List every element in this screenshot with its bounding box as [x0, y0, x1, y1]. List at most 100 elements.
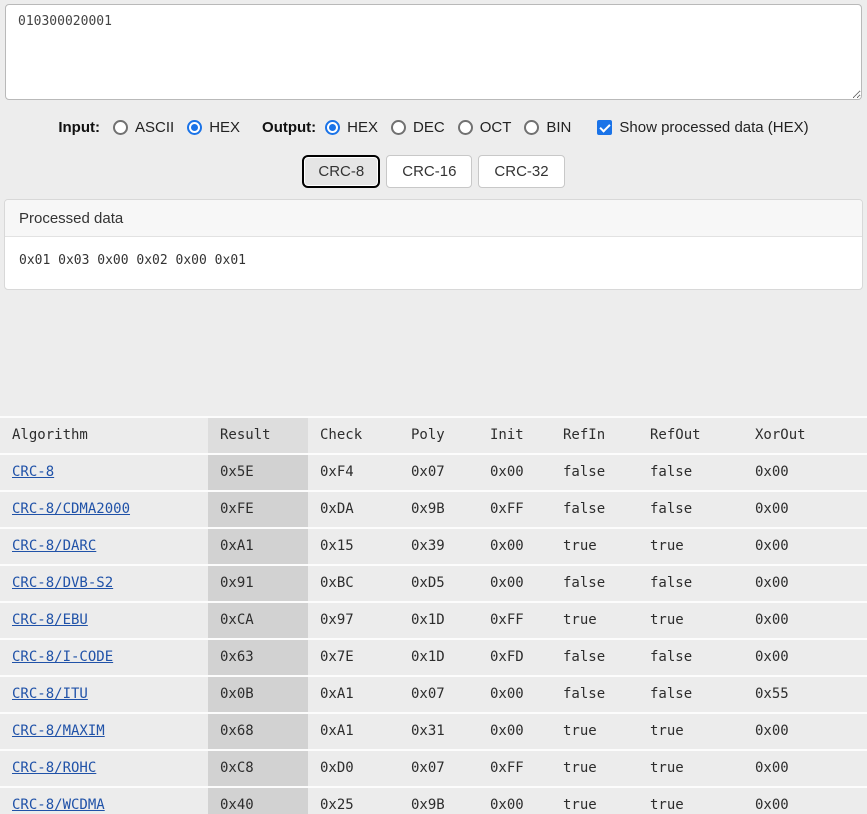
output-oct-label: OCT [479, 119, 512, 136]
poly-cell: 0x1D [399, 601, 478, 639]
crc-results-table: Algorithm Result Check Poly Init RefIn R… [0, 416, 867, 814]
table-row: CRC-8/DVB-S2 0x91 0xBC 0xD5 0x00 false f… [0, 564, 867, 602]
refout-cell: true [638, 601, 743, 639]
input-ascii-option[interactable]: ASCII [113, 119, 174, 136]
refin-cell: true [551, 749, 638, 787]
poly-cell: 0xD5 [399, 564, 478, 602]
algorithm-link[interactable]: CRC-8/ROHC [12, 760, 96, 776]
algorithm-link[interactable]: CRC-8/MAXIM [12, 723, 105, 739]
init-cell: 0xFF [478, 749, 551, 787]
show-processed-data-option[interactable]: Show processed data (HEX) [597, 119, 809, 136]
poly-cell: 0x31 [399, 712, 478, 750]
xorout-cell: 0x00 [743, 564, 867, 602]
xorout-cell: 0x00 [743, 749, 867, 787]
column-header-xorout: XorOut [743, 416, 867, 454]
refout-cell: false [638, 453, 743, 491]
processed-data-panel: Processed data 0x01 0x03 0x00 0x02 0x00 … [4, 199, 863, 290]
output-oct-radio[interactable] [457, 120, 473, 135]
input-ascii-radio[interactable] [113, 120, 128, 135]
result-cell: 0xC8 [208, 749, 308, 787]
refout-cell: true [638, 749, 743, 787]
processed-data-title: Processed data [5, 200, 862, 237]
crc16-button[interactable]: CRC-16 [386, 155, 473, 188]
init-cell: 0x00 [478, 675, 551, 713]
crc32-button[interactable]: CRC-32 [478, 155, 565, 188]
refin-cell: true [551, 527, 638, 565]
refout-cell: false [638, 638, 743, 676]
column-header-check: Check [308, 416, 399, 454]
poly-cell: 0x1D [399, 638, 478, 676]
crc-button-group: CRC-8 CRC-16 CRC-32 [0, 155, 867, 188]
xorout-cell: 0x00 [743, 527, 867, 565]
refin-cell: false [551, 638, 638, 676]
xorout-cell: 0x00 [743, 490, 867, 528]
refout-cell: false [638, 490, 743, 528]
xorout-cell: 0x55 [743, 675, 867, 713]
algorithm-link[interactable]: CRC-8/EBU [12, 612, 88, 628]
algorithm-link[interactable]: CRC-8/WCDMA [12, 797, 105, 813]
output-hex-radio[interactable] [325, 120, 341, 135]
input-hex-option[interactable]: HEX [187, 119, 240, 136]
output-bin-radio[interactable] [524, 120, 540, 135]
check-cell: 0x7E [308, 638, 399, 676]
result-cell: 0xA1 [208, 527, 308, 565]
init-cell: 0x00 [478, 712, 551, 750]
output-hex-label: HEX [347, 119, 379, 136]
init-cell: 0x00 [478, 564, 551, 602]
data-input-textarea[interactable]: 010300020001 [5, 4, 862, 100]
crc8-button[interactable]: CRC-8 [302, 155, 381, 188]
check-cell: 0xD0 [308, 749, 399, 787]
algorithm-link[interactable]: CRC-8/ITU [12, 686, 88, 702]
result-cell: 0x91 [208, 564, 308, 602]
init-cell: 0x00 [478, 786, 551, 814]
algorithm-link[interactable]: CRC-8/CDMA2000 [12, 501, 130, 517]
refout-cell: true [638, 527, 743, 565]
input-hex-radio[interactable] [187, 120, 203, 135]
poly-cell: 0x9B [399, 786, 478, 814]
table-row: CRC-8/CDMA2000 0xFE 0xDA 0x9B 0xFF false… [0, 490, 867, 528]
algorithm-link[interactable]: CRC-8/DARC [12, 538, 96, 554]
poly-cell: 0x39 [399, 527, 478, 565]
algorithm-link[interactable]: CRC-8/DVB-S2 [12, 575, 113, 591]
result-cell: 0x0B [208, 675, 308, 713]
table-row: CRC-8/EBU 0xCA 0x97 0x1D 0xFF true true … [0, 601, 867, 639]
init-cell: 0xFF [478, 490, 551, 528]
refin-cell: true [551, 786, 638, 814]
check-cell: 0xBC [308, 564, 399, 602]
input-hex-label: HEX [209, 119, 241, 136]
table-row: CRC-8/I-CODE 0x63 0x7E 0x1D 0xFD false f… [0, 638, 867, 676]
column-header-algorithm: Algorithm [0, 416, 208, 454]
table-row: CRC-8/MAXIM 0x68 0xA1 0x31 0x00 true tru… [0, 712, 867, 750]
show-processed-data-checkbox[interactable] [597, 120, 613, 135]
check-cell: 0xDA [308, 490, 399, 528]
init-cell: 0x00 [478, 527, 551, 565]
output-dec-option[interactable]: DEC [391, 119, 445, 136]
result-cell: 0xCA [208, 601, 308, 639]
refin-cell: false [551, 564, 638, 602]
output-dec-radio[interactable] [391, 120, 407, 135]
poly-cell: 0x9B [399, 490, 478, 528]
result-cell: 0xFE [208, 490, 308, 528]
algorithm-link[interactable]: CRC-8/I-CODE [12, 649, 113, 665]
table-row: CRC-8/ROHC 0xC8 0xD0 0x07 0xFF true true… [0, 749, 867, 787]
check-cell: 0xA1 [308, 712, 399, 750]
refout-cell: false [638, 564, 743, 602]
output-format-label: Output: [262, 119, 317, 136]
refin-cell: false [551, 675, 638, 713]
init-cell: 0xFD [478, 638, 551, 676]
result-cell: 0x5E [208, 453, 308, 491]
poly-cell: 0x07 [399, 749, 478, 787]
xorout-cell: 0x00 [743, 786, 867, 814]
output-oct-option[interactable]: OCT [457, 119, 512, 136]
show-processed-data-label: Show processed data (HEX) [619, 119, 809, 136]
algorithm-link[interactable]: CRC-8 [12, 464, 54, 480]
output-hex-option[interactable]: HEX [325, 119, 378, 136]
refin-cell: true [551, 712, 638, 750]
xorout-cell: 0x00 [743, 601, 867, 639]
refout-cell: true [638, 786, 743, 814]
output-bin-option[interactable]: BIN [524, 119, 571, 136]
result-cell: 0x63 [208, 638, 308, 676]
result-cell: 0x68 [208, 712, 308, 750]
check-cell: 0xA1 [308, 675, 399, 713]
table-row: CRC-8/WCDMA 0x40 0x25 0x9B 0x00 true tru… [0, 786, 867, 814]
